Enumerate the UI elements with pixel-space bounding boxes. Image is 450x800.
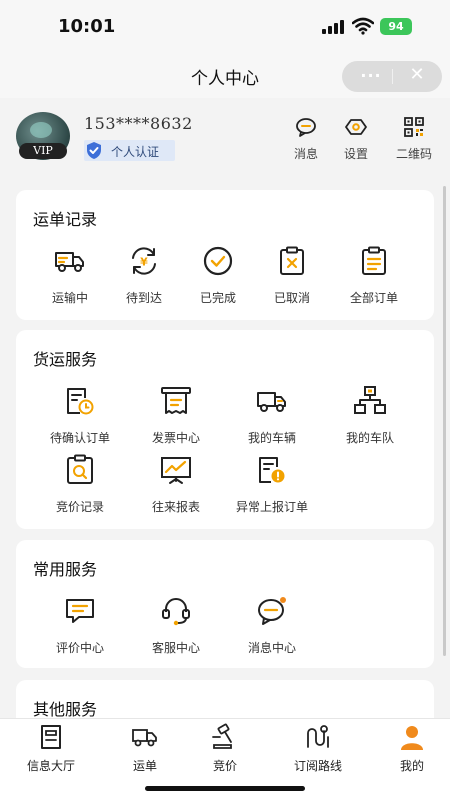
qr-code-label: 二维码 (395, 147, 432, 161)
vehicle-icon (257, 392, 286, 412)
settings-label: 设置 (343, 147, 368, 161)
qr-code-button[interactable]: 二维码 (392, 116, 436, 162)
scrollbar[interactable] (443, 186, 446, 656)
home-indicator (145, 786, 305, 791)
card-title: 运单记录 (33, 210, 98, 229)
wifi-icon (352, 17, 374, 35)
headset-icon (162, 598, 190, 626)
close-icon[interactable]: ✕ (402, 64, 432, 85)
waybill-truck-icon (132, 729, 157, 747)
all-orders-label: 全部订单 (349, 291, 398, 305)
tab-bidding[interactable]: 竞价 (185, 723, 265, 774)
message-button[interactable]: 消息 (284, 116, 328, 162)
pending-order-button[interactable]: 待确认订单 (32, 384, 128, 446)
freight-services-card: 货运服务 待确认订单 发票中心 我的车辆 我的车队 竞价记录 往来报表 异常上报… (16, 330, 434, 529)
pending-order-icon (67, 388, 94, 415)
message-center-label: 消息中心 (247, 641, 296, 655)
settings-button[interactable]: 设置 (334, 116, 378, 162)
my-vehicles-button[interactable]: 我的车辆 (224, 384, 320, 446)
invoice-center-button[interactable]: 发票中心 (128, 384, 224, 446)
my-vehicles-label: 我的车辆 (247, 431, 296, 445)
tab-label: 运单 (132, 759, 157, 773)
customer-service-button[interactable]: 客服中心 (128, 594, 224, 656)
review-center-label: 评价中心 (55, 641, 104, 655)
certification-badge[interactable]: 个人认证 (84, 140, 175, 161)
waybill-records-card: 运单记录 运输中 ¥ 待到达 已完成 已取消 全部订单 (16, 190, 434, 320)
tab-label: 订阅路线 (293, 759, 342, 773)
customer-service-label: 客服中心 (151, 641, 200, 655)
clipboard-list-icon (362, 246, 386, 275)
message-label: 消息 (293, 147, 318, 161)
bid-records-button[interactable]: 竞价记录 (32, 453, 128, 515)
invoice-center-label: 发票中心 (151, 431, 200, 445)
status-time: 10:01 (58, 16, 116, 37)
message-center-button[interactable]: 消息中心 (224, 594, 320, 656)
tab-info-hall[interactable]: 信息大厅 (11, 723, 91, 774)
tab-subscribe-route[interactable]: 订阅路线 (278, 723, 358, 774)
tab-label: 信息大厅 (26, 759, 75, 773)
truck-icon (55, 252, 84, 272)
transaction-report-button[interactable]: 往来报表 (128, 453, 224, 515)
tab-label: 竞价 (212, 759, 237, 773)
tab-label: 我的 (399, 759, 424, 773)
status-bar: 10:01 94 (0, 0, 450, 52)
card-title: 其他服务 (33, 700, 98, 719)
vip-badge: VIP (19, 143, 67, 159)
yen-cycle-icon: ¥ (132, 247, 156, 275)
capsule-divider (392, 69, 393, 84)
check-circle-icon (203, 246, 233, 276)
exception-report-button[interactable]: 异常上报订单 (224, 453, 320, 515)
bidding-icon (212, 723, 232, 749)
battery-icon: 94 (380, 18, 412, 35)
report-chart-icon (161, 457, 191, 484)
my-fleet-label: 我的车队 (345, 431, 394, 445)
card-title: 常用服务 (33, 560, 98, 579)
tab-mine[interactable]: 我的 (372, 723, 450, 774)
invoice-icon (161, 387, 191, 414)
route-icon (307, 725, 329, 748)
bid-records-label: 竞价记录 (55, 500, 104, 514)
all-orders-button[interactable]: 全部订单 (326, 244, 422, 306)
my-fleet-button[interactable]: 我的车队 (322, 384, 418, 446)
pending-order-label: 待确认订单 (49, 431, 110, 445)
more-icon[interactable]: ··· (356, 66, 386, 85)
exception-report-label: 异常上报订单 (235, 500, 308, 514)
bid-record-icon (67, 454, 93, 484)
common-services-card: 常用服务 评价中心 客服中心 消息中心 (16, 540, 434, 668)
message-icon (296, 118, 316, 137)
message-center-icon (258, 597, 286, 625)
user-phone: 153****8632 (84, 114, 193, 133)
svg-text:¥: ¥ (140, 256, 148, 269)
nav-bar: 个人中心 ··· ✕ (0, 52, 450, 98)
qr-code-icon (404, 117, 424, 137)
settings-icon (345, 119, 367, 135)
transaction-report-label: 往来报表 (151, 500, 200, 514)
signal-icon (322, 20, 346, 34)
info-hall-icon (41, 725, 61, 749)
profile-icon (401, 726, 423, 750)
card-title: 货运服务 (33, 350, 98, 369)
review-icon (66, 599, 94, 623)
mini-program-capsule: ··· ✕ (342, 61, 442, 92)
exception-report-icon (259, 457, 285, 483)
fleet-icon (354, 386, 386, 414)
tab-waybill[interactable]: 运单 (105, 723, 185, 774)
certification-label: 个人认证 (111, 145, 160, 159)
review-center-button[interactable]: 评价中心 (32, 594, 128, 656)
shield-check-icon (87, 142, 101, 159)
clipboard-x-icon (280, 246, 304, 275)
